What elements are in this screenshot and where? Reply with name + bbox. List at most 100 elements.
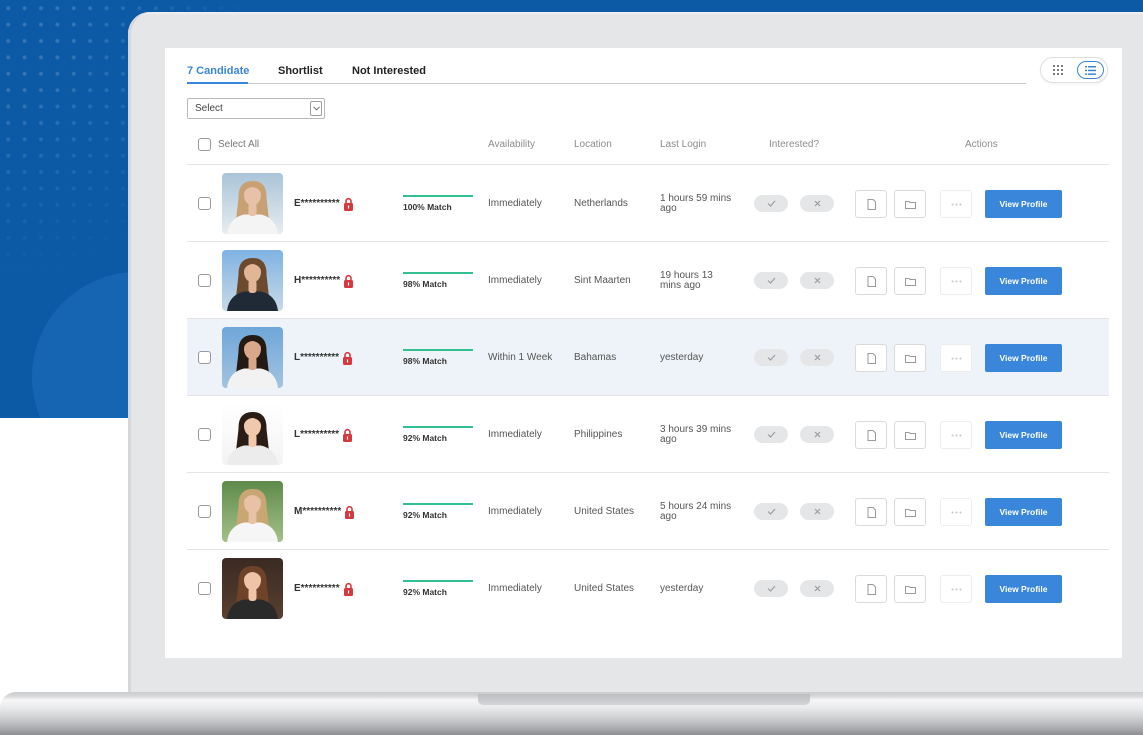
folder-button[interactable] bbox=[894, 344, 926, 372]
interested-yes-button[interactable] bbox=[754, 503, 788, 520]
candidate-name-cell: E********** bbox=[294, 165, 353, 242]
active-tab-indicator bbox=[187, 82, 248, 84]
laptop-frame: 7 Candidate Shortlist Not Interested Sel… bbox=[128, 12, 1143, 696]
interested-yes-button[interactable] bbox=[754, 426, 788, 443]
interested-no-button[interactable] bbox=[800, 272, 834, 289]
person-silhouette bbox=[227, 412, 278, 465]
candidate-row: H********** 98% Match Immediately Sint M… bbox=[187, 242, 1109, 319]
availability-cell: Immediately bbox=[488, 242, 542, 319]
document-button[interactable] bbox=[855, 344, 887, 372]
check-icon bbox=[767, 200, 775, 207]
laptop-hinge bbox=[478, 694, 810, 705]
lock-shape bbox=[343, 197, 353, 211]
row-checkbox[interactable] bbox=[198, 351, 211, 364]
more-options-button[interactable] bbox=[940, 498, 972, 526]
candidate-photo[interactable] bbox=[222, 481, 283, 542]
ellipsis-icon bbox=[951, 203, 961, 205]
view-profile-button[interactable]: View Profile bbox=[985, 421, 1062, 449]
candidate-name-cell: L********** bbox=[294, 396, 353, 473]
interested-no-button[interactable] bbox=[800, 580, 834, 597]
chevron-down-icon bbox=[310, 101, 322, 116]
availability-cell: Immediately bbox=[488, 396, 542, 473]
document-button[interactable] bbox=[855, 498, 887, 526]
photo-clothing bbox=[227, 522, 278, 542]
view-profile-button[interactable]: View Profile bbox=[985, 267, 1062, 295]
candidate-name-cell: E********** bbox=[294, 550, 353, 627]
tab-bar-divider bbox=[187, 83, 1026, 84]
location-value: Netherlands bbox=[574, 198, 628, 209]
location-value: United States bbox=[574, 506, 635, 517]
document-button[interactable] bbox=[855, 421, 887, 449]
row-checkbox[interactable] bbox=[198, 505, 211, 518]
document-button[interactable] bbox=[855, 575, 887, 603]
grid-view-icon[interactable] bbox=[1051, 63, 1065, 77]
view-profile-button[interactable]: View Profile bbox=[985, 575, 1062, 603]
close-icon bbox=[814, 508, 820, 515]
last-login-value: 5 hours 24 mins ago bbox=[660, 500, 732, 522]
view-profile-button[interactable]: View Profile bbox=[985, 498, 1062, 526]
row-checkbox[interactable] bbox=[198, 197, 211, 210]
more-options-button[interactable] bbox=[940, 344, 972, 372]
candidate-photo[interactable] bbox=[222, 558, 283, 619]
document-button[interactable] bbox=[855, 267, 887, 295]
candidate-row: E********** 100% Match Immediately Nethe… bbox=[187, 165, 1109, 242]
interested-yes-button[interactable] bbox=[754, 349, 788, 366]
candidate-name: M********** bbox=[294, 506, 342, 517]
folder-button[interactable] bbox=[894, 421, 926, 449]
interested-no-button[interactable] bbox=[800, 503, 834, 520]
match-label: 92% Match bbox=[403, 587, 447, 597]
person-silhouette bbox=[227, 181, 278, 234]
row-checkbox[interactable] bbox=[198, 274, 211, 287]
match-bar bbox=[403, 580, 473, 582]
last-login-cell: 5 hours 24 mins ago bbox=[660, 473, 735, 550]
row-checkbox[interactable] bbox=[198, 582, 211, 595]
interested-yes-button[interactable] bbox=[754, 580, 788, 597]
tab-shortlist[interactable]: Shortlist bbox=[278, 64, 323, 78]
folder-button[interactable] bbox=[894, 575, 926, 603]
tab-candidates[interactable]: 7 Candidate bbox=[187, 64, 249, 78]
candidate-photo[interactable] bbox=[222, 327, 283, 388]
ellipsis-icon bbox=[951, 357, 961, 359]
close-icon bbox=[814, 200, 820, 207]
ellipsis-icon bbox=[951, 511, 961, 513]
interested-no-button[interactable] bbox=[800, 426, 834, 443]
interested-yes-button[interactable] bbox=[754, 272, 788, 289]
location-cell: United States bbox=[574, 550, 634, 627]
interested-no-button[interactable] bbox=[800, 195, 834, 212]
more-options-button[interactable] bbox=[940, 575, 972, 603]
filter-select[interactable]: Select bbox=[187, 98, 325, 119]
select-all-checkbox[interactable] bbox=[198, 138, 211, 151]
more-options-button[interactable] bbox=[940, 190, 972, 218]
tab-not-interested[interactable]: Not Interested bbox=[352, 64, 426, 78]
more-options-button[interactable] bbox=[940, 421, 972, 449]
candidate-photo[interactable] bbox=[222, 250, 283, 311]
folder-button[interactable] bbox=[894, 267, 926, 295]
match-score: 92% Match bbox=[403, 503, 473, 520]
document-button[interactable] bbox=[855, 190, 887, 218]
folder-button[interactable] bbox=[894, 190, 926, 218]
view-profile-button[interactable]: View Profile bbox=[985, 344, 1062, 372]
close-icon bbox=[814, 585, 820, 592]
list-view-icon[interactable] bbox=[1077, 61, 1104, 79]
location-cell: United States bbox=[574, 473, 634, 550]
candidate-photo[interactable] bbox=[222, 404, 283, 465]
interested-no-button[interactable] bbox=[800, 349, 834, 366]
last-login-value: yesterday bbox=[660, 351, 704, 363]
match-bar bbox=[403, 195, 473, 197]
row-checkbox[interactable] bbox=[198, 428, 211, 441]
document-icon bbox=[867, 583, 876, 595]
select-all-label[interactable]: Select All bbox=[218, 139, 259, 151]
candidate-photo[interactable] bbox=[222, 173, 283, 234]
lock-shape bbox=[343, 351, 353, 365]
header-last-login: Last Login bbox=[660, 139, 707, 150]
candidate-name: H********** bbox=[294, 275, 341, 286]
match-score: 92% Match bbox=[403, 580, 473, 597]
match-label: 98% Match bbox=[403, 356, 447, 366]
person-silhouette bbox=[227, 489, 278, 542]
view-profile-button[interactable]: View Profile bbox=[985, 190, 1062, 218]
interested-yes-button[interactable] bbox=[754, 195, 788, 212]
folder-button[interactable] bbox=[894, 498, 926, 526]
availability-value: Immediately bbox=[488, 275, 542, 286]
more-options-button[interactable] bbox=[940, 267, 972, 295]
candidate-name: E********** bbox=[294, 583, 340, 594]
